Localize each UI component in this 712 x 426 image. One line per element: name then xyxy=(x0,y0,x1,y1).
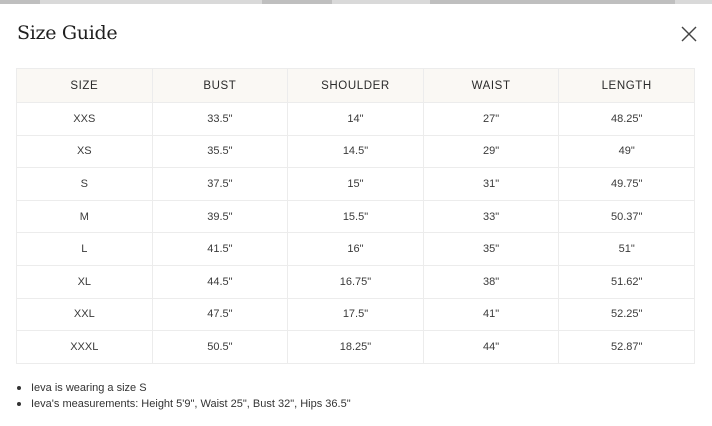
table-cell: L xyxy=(16,232,153,266)
table-cell: 50.37" xyxy=(558,199,695,234)
table-cell: 48.25" xyxy=(558,102,695,136)
table-cell: 39.5" xyxy=(151,199,289,234)
table-cell: 49.75" xyxy=(558,167,695,201)
table-cell: 37.5" xyxy=(151,167,289,201)
table-row: XS 35.5" 14.5" 29" 49" xyxy=(16,134,695,169)
table-cell: 27" xyxy=(422,102,560,136)
table-cell: XXS xyxy=(16,102,153,136)
table-row: XL 44.5" 16.75" 38" 51.62" xyxy=(16,264,695,299)
table-cell: S xyxy=(16,167,153,201)
table-cell: M xyxy=(16,199,153,234)
model-notes-list: Ieva is wearing a size S Ieva's measurem… xyxy=(16,380,351,412)
list-item: Ieva's measurements: Height 5'9", Waist … xyxy=(16,396,351,412)
table-cell: 16.75" xyxy=(287,264,424,299)
column-header-length: LENGTH xyxy=(558,68,695,103)
table-cell: 44.5" xyxy=(151,264,289,299)
note-text: Ieva's measurements: Height 5'9", Waist … xyxy=(31,398,351,410)
background-segment xyxy=(430,0,675,4)
table-cell: 47.5" xyxy=(151,297,289,332)
note-text: Ieva is wearing a size S xyxy=(31,382,147,394)
background-strip xyxy=(0,0,712,4)
table-cell: 41.5" xyxy=(151,232,289,266)
table-cell: 41" xyxy=(422,297,560,332)
list-item: Ieva is wearing a size S xyxy=(16,380,351,396)
table-row: S 37.5" 15" 31" 49.75" xyxy=(16,167,695,201)
table-cell: XXL xyxy=(16,297,153,332)
column-header-waist: WAIST xyxy=(422,68,560,103)
table-row: XXL 47.5" 17.5" 41" 52.25" xyxy=(16,297,695,332)
table-cell: 14.5" xyxy=(287,134,424,169)
table-cell: 50.5" xyxy=(151,330,289,364)
table-cell: 18.25" xyxy=(287,330,424,364)
size-table: SIZE BUST SHOULDER WAIST LENGTH XXS 33.5… xyxy=(16,68,695,364)
column-header-size: SIZE xyxy=(16,68,153,103)
table-cell: 14" xyxy=(287,102,424,136)
table-header-row: SIZE BUST SHOULDER WAIST LENGTH xyxy=(16,68,695,103)
background-segment xyxy=(0,0,40,4)
table-cell: XXXL xyxy=(16,330,153,364)
table-cell: XL xyxy=(16,264,153,299)
table-row: XXXL 50.5" 18.25" 44" 52.87" xyxy=(16,330,695,364)
modal-title: Size Guide xyxy=(17,22,118,44)
table-cell: 16" xyxy=(287,232,424,266)
table-cell: 51" xyxy=(558,232,695,266)
background-segment xyxy=(262,0,332,4)
table-cell: XS xyxy=(16,134,153,169)
table-row: XXS 33.5" 14" 27" 48.25" xyxy=(16,102,695,136)
table-cell: 35.5" xyxy=(151,134,289,169)
table-cell: 38" xyxy=(422,264,560,299)
table-cell: 49" xyxy=(558,134,695,169)
table-row: M 39.5" 15.5" 33" 50.37" xyxy=(16,199,695,234)
table-cell: 31" xyxy=(422,167,560,201)
table-cell: 29" xyxy=(422,134,560,169)
table-cell: 51.62" xyxy=(558,264,695,299)
table-cell: 15.5" xyxy=(287,199,424,234)
bullet-icon xyxy=(17,402,21,406)
table-cell: 35" xyxy=(422,232,560,266)
table-cell: 33.5" xyxy=(151,102,289,136)
table-cell: 33" xyxy=(422,199,560,234)
column-header-shoulder: SHOULDER xyxy=(287,68,424,103)
column-header-bust: BUST xyxy=(151,68,289,103)
table-cell: 17.5" xyxy=(287,297,424,332)
table-cell: 52.25" xyxy=(558,297,695,332)
close-icon-graphic xyxy=(681,26,697,42)
table-row: L 41.5" 16" 35" 51" xyxy=(16,232,695,266)
table-cell: 15" xyxy=(287,167,424,201)
table-cell: 44" xyxy=(422,330,560,364)
close-icon[interactable] xyxy=(678,23,700,45)
bullet-icon xyxy=(17,386,21,390)
table-cell: 52.87" xyxy=(558,330,695,364)
